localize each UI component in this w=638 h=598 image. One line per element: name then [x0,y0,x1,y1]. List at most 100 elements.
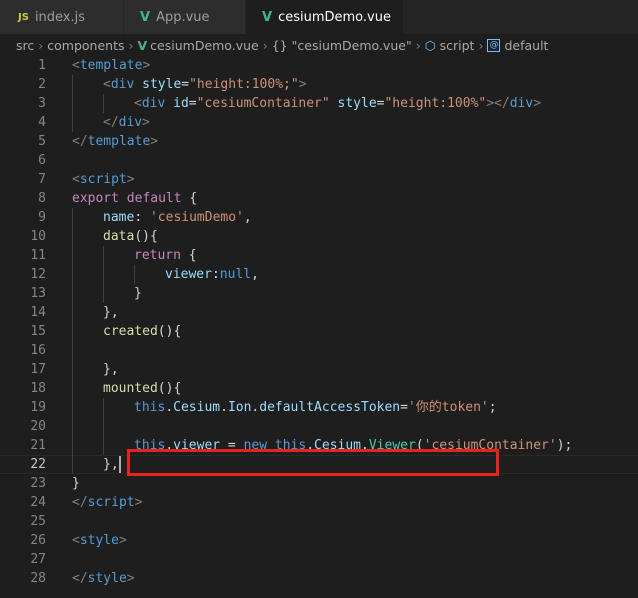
code-token: null [219,267,252,282]
code-token: </ [72,495,88,510]
line-number: 8 [38,191,46,206]
code-line[interactable]: 20 [0,417,638,436]
breadcrumb-default[interactable]: default [504,38,548,53]
code-text: viewer:null, [165,265,259,284]
code-line[interactable]: 1 <template> [0,56,638,75]
code-token: defaultAccessToken [259,400,401,415]
tab-index-js[interactable]: JS index.js [0,0,124,34]
line-number: 3 [38,96,46,111]
chevron-right-icon: › [415,37,421,53]
code-token: '你的token' [407,400,489,415]
line-number: 26 [30,533,46,548]
code-line[interactable]: 5 </template> [0,132,638,151]
indent-guide [103,94,104,113]
breadcrumb-components[interactable]: components [47,38,124,53]
indent-guide [72,303,73,322]
indent-guide [72,227,73,246]
code-line[interactable]: 13} [0,284,638,303]
code-line[interactable]: 3 <div id="cesiumContainer" style="height… [0,94,638,113]
code-line[interactable]: 28 </style> [0,569,638,588]
cube-icon: ⬡ [424,37,436,53]
indent-guide [72,94,73,113]
code-token: > [126,571,135,586]
code-line[interactable]: 27 [0,550,638,569]
code-token: this [134,400,166,415]
tab-label: App.vue [156,9,210,25]
code-token: div [110,77,135,92]
code-token: : [134,210,150,225]
code-token: = [400,400,408,415]
line-number: 4 [38,115,46,130]
code-line[interactable]: 22}, [0,455,638,474]
code-line[interactable]: 11 return { [0,246,638,265]
code-text: </script> [72,493,142,512]
code-line[interactable]: 2 <div style="height:100%;"> [0,75,638,94]
code-token: }, [103,305,119,320]
code-text: this.Cesium.Ion.defaultAccessToken='你的to… [134,398,497,417]
code-text: data(){ [103,227,158,246]
line-number: 18 [30,381,46,396]
code-line[interactable]: 25 [0,512,638,531]
indent-guide [72,208,73,227]
tab-app-vue[interactable]: V App.vue [124,0,246,34]
code-token: = [188,96,197,111]
code-line[interactable]: 4 </div> [0,113,638,132]
code-line[interactable]: 15 created(){ [0,322,638,341]
code-token: export [72,191,119,206]
line-number: 1 [38,58,46,73]
code-token: Cesium [173,400,221,415]
code-line[interactable]: 9 name: 'cesiumDemo', [0,208,638,227]
line-number: 22 [30,457,46,472]
code-line[interactable]: 6 [0,151,638,170]
breadcrumb-file[interactable]: cesiumDemo.vue [150,38,259,53]
indent-guide [72,379,73,398]
code-token: }, [103,362,119,377]
code-token: < [103,77,111,92]
code-token: = [181,77,190,92]
code-token: , [251,267,259,282]
code-token: this [274,438,307,453]
code-token: (){ [157,381,182,396]
code-editor[interactable]: 1 <template> 2 <div style="height:100%;"> 3 <… [0,56,638,598]
tab-cesiumdemo-vue[interactable]: V cesiumDemo.vue [246,0,404,34]
code-token: "cesiumContainer" [196,96,330,111]
code-token: (){ [157,324,182,339]
code-line[interactable]: 19 this.Cesium.Ion.defaultAccessToken='你的… [0,398,638,417]
code-token: ( [415,438,424,453]
code-text: }, [103,360,119,379]
indent-guide [103,417,104,436]
breadcrumb-object[interactable]: "cesiumDemo.vue" [292,38,412,53]
code-token: created [103,324,158,339]
code-line[interactable]: 17}, [0,360,638,379]
breadcrumb: src › components › V cesiumDemo.vue › {}… [0,34,638,56]
code-token: . [165,438,174,453]
code-token: mounted [103,381,158,396]
line-number: 27 [30,552,46,567]
braces-icon: {} [271,37,288,53]
vue-file-icon: V [140,9,151,25]
code-line[interactable]: 21 this.viewer = new this.Cesium.Viewer('… [0,436,638,455]
code-line[interactable]: 7 <script> [0,170,638,189]
code-line[interactable]: 8 export default { [0,189,638,208]
breadcrumb-script[interactable]: script [440,38,475,53]
indent-guide [103,436,104,455]
code-line[interactable]: 26 <style> [0,531,638,550]
code-line[interactable]: 24 </script> [0,493,638,512]
code-line[interactable]: 14}, [0,303,638,322]
breadcrumb-src[interactable]: src [16,38,34,53]
code-token: . [306,438,315,453]
code-token: id [173,96,189,111]
code-token: > [118,533,127,548]
code-token: style [87,571,127,586]
line-number: 19 [30,400,46,415]
code-line[interactable]: 23} [0,474,638,493]
code-line[interactable]: 16 [0,341,638,360]
code-token: 'cesiumDemo' [149,210,244,225]
code-line[interactable]: 10 data(){ [0,227,638,246]
code-line[interactable]: 18 mounted(){ [0,379,638,398]
code-text: <div style="height:100%;"> [103,75,307,94]
code-line[interactable]: 12 viewer:null, [0,265,638,284]
line-number: 11 [30,248,46,263]
line-number: 14 [30,305,46,320]
